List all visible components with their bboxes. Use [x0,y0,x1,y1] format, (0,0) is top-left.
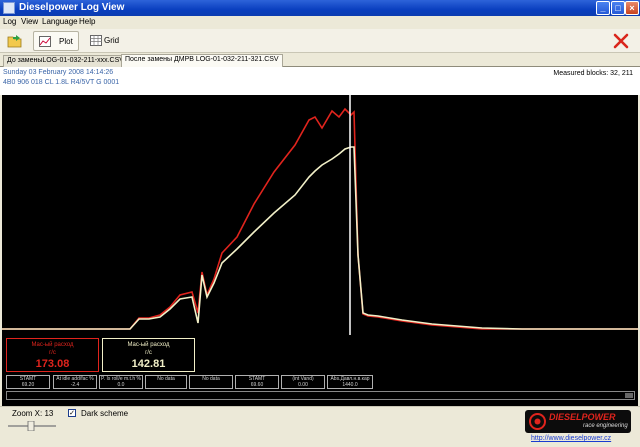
logo-subtitle: race engineering [583,423,628,429]
dark-scheme-checkbox[interactable]: ✓ [68,409,76,417]
zoom-slider[interactable] [8,421,56,431]
open-folder-button[interactable] [3,31,27,51]
logo-emblem-icon [529,413,546,430]
channel-cell: STAMT 69.60 [235,375,279,389]
dark-scheme-label: Dark scheme [81,409,129,418]
tab-after-replacement[interactable]: После замены ДМРВ LOG-01-032-211-321.CSV [121,54,283,67]
zoom-label: Zoom X: 13 [12,409,54,418]
minimize-icon[interactable]: _ [596,1,610,15]
channel-cell: (int Vand) 0.00 [281,375,325,389]
channel-cell: P. Is roll/e m.t.h % 0.0 [99,375,143,389]
menu-language[interactable]: Language [42,17,78,26]
maximize-icon[interactable]: □ [611,1,625,15]
window-title: Dieselpower Log View [19,2,125,13]
dark-scheme-option[interactable]: ✓ Dark scheme [68,409,128,418]
channel-cell: No data [145,375,187,389]
channel-cell: STAMT 69.20 [6,375,50,389]
website-link[interactable]: http://www.dieselpower.cz [531,435,611,442]
toolbar: Plot Grid [0,29,640,53]
ecu-id: 4B0 906 018 CL 1.8L R4/5VT G 0001 [3,79,120,86]
plot-button[interactable]: Plot [33,31,79,51]
channel-cell: At idle add/fac % -2.4 [53,375,97,389]
readout-label: Мас-ый расход [127,342,170,348]
readout-value: 173.08 [35,358,70,370]
status-panel: Zoom X: 13 ✓ Dark scheme DIESELPOWER rac… [0,406,640,447]
measured-blocks: Measured blocks: 32, 211 [553,70,633,77]
readout-unit: г/с [49,350,56,356]
series-line-0 [2,107,638,330]
log-info: Sunday 03 February 2008 14:14:26 4B0 906… [0,67,640,95]
app-icon [3,2,15,14]
readout-box-yellow: Мас-ый расход г/с 142.81 [102,338,195,372]
menu-help[interactable]: Help [79,17,95,26]
plot-area[interactable]: Мас-ый расход г/с 173.08 Мас-ый расход г… [2,95,638,406]
readout-label: Мас-ый расход [31,342,74,348]
tab-before-replacement[interactable]: До заменыLOG-01-032-211-xxx.CSV [3,55,128,67]
dieselpower-logo: DIESELPOWER race engineering [525,410,631,433]
scroll-thumb[interactable] [625,393,633,398]
logo-brand: DIESELPOWER [549,412,616,422]
file-tabs: До заменыLOG-01-032-211-xxx.CSV После за… [0,54,640,67]
menu-bar: Log View Language Help [0,16,640,29]
time-scrollbar[interactable] [6,391,635,400]
title-bar: Dieselpower Log View _ □ × [0,0,640,16]
channel-cell: Abs.Давл.н.в.кар 1440.0 [327,375,373,389]
plot-icon [39,36,51,47]
readout-box-red: Мас-ый расход г/с 173.08 [6,338,99,372]
channel-cell: No data [189,375,233,389]
close-window-icon[interactable]: × [625,1,639,15]
readout-value: 142.81 [131,358,166,370]
readout-unit: г/с [145,350,152,356]
close-log-icon[interactable] [613,33,629,49]
menu-log[interactable]: Log [3,17,16,26]
series-line-1 [2,146,638,330]
grid-button[interactable]: Grid [86,31,126,51]
folder-icon [7,35,22,48]
menu-view[interactable]: View [21,17,38,26]
grid-icon [90,35,102,46]
log-date: Sunday 03 February 2008 14:14:26 [3,69,114,76]
